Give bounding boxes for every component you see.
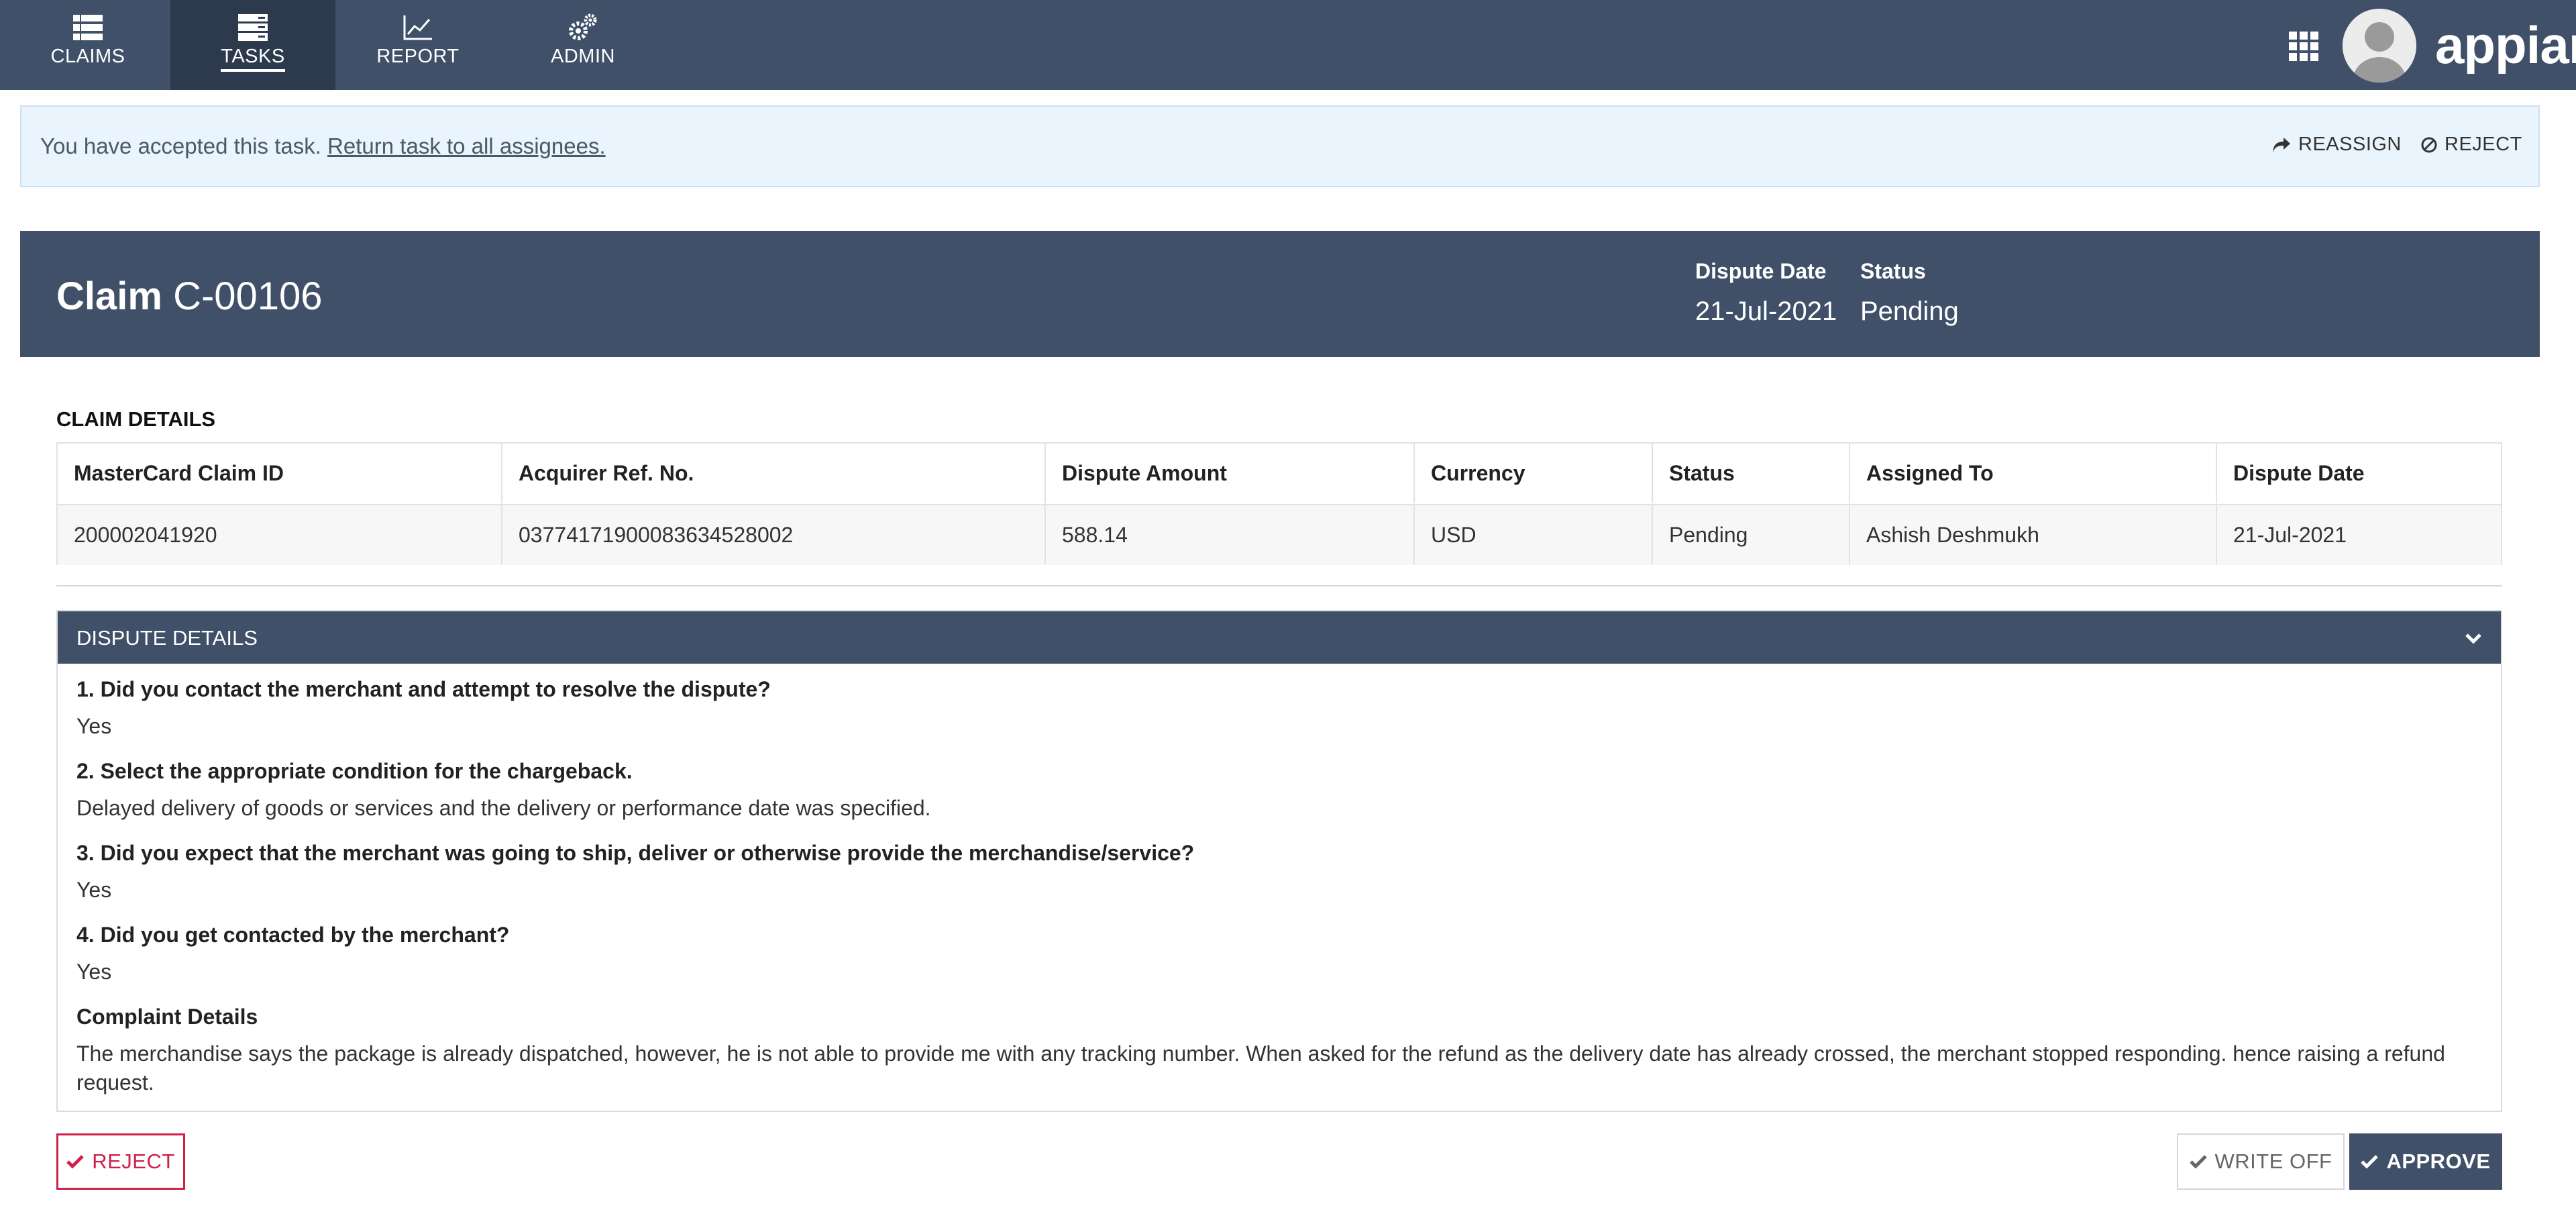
table-cell: 200002041920	[74, 523, 217, 547]
complaint-details-label: Complaint Details	[76, 1005, 258, 1029]
check-icon	[66, 1155, 84, 1169]
question-3: 3. Did you expect that the merchant was …	[76, 841, 1195, 865]
column-header: MasterCard Claim ID	[74, 461, 284, 485]
write-off-button[interactable]: WRITE OFF	[2177, 1133, 2345, 1190]
nav-tab-admin[interactable]: ADMIN	[500, 0, 665, 90]
claim-id: C-00106	[173, 274, 323, 318]
reassign-button[interactable]: REASSIGN	[2271, 134, 2402, 156]
table-cell: Ashish Deshmukh	[1849, 505, 2216, 565]
dispute-details-header[interactable]: DISPUTE DETAILS	[58, 611, 2501, 664]
top-navigation-bar: CLAIMS TASKS REPORT ADMIN appian	[0, 0, 2576, 90]
banner-text: You have accepted this task.	[40, 134, 321, 158]
question-1: 1. Did you contact the merchant and atte…	[76, 677, 771, 701]
appian-logo: appian	[2435, 15, 2576, 74]
nav-tab-claims[interactable]: CLAIMS	[5, 0, 170, 90]
banner-reject-button[interactable]: REJECT	[2420, 134, 2522, 156]
table-cell: USD	[1413, 505, 1652, 565]
column-header: Dispute Amount	[1044, 444, 1413, 503]
gears-icon	[568, 13, 598, 42]
status-label: Status	[1860, 259, 1926, 283]
table-row: 200002041920 0377417190008363452800​2 58…	[58, 504, 2501, 565]
table-cell: 21-Jul-2021	[2216, 505, 2502, 565]
column-header: Status	[1652, 444, 1849, 503]
answer-3: Yes	[76, 878, 112, 902]
column-header: Assigned To	[1849, 444, 2216, 503]
table-cell: 0377417190008363452800​2	[501, 505, 1044, 565]
approve-button-label: APPROVE	[2386, 1150, 2491, 1173]
reject-button[interactable]: REJECT	[56, 1133, 185, 1190]
claim-title-prefix: Claim	[56, 274, 162, 318]
reassign-label: REASSIGN	[2298, 134, 2402, 155]
column-header: Currency	[1413, 444, 1652, 503]
list-icon	[72, 13, 103, 42]
nav-tab-label: TASKS	[221, 46, 285, 72]
approve-button[interactable]: APPROVE	[2349, 1133, 2502, 1190]
dispute-date-value: 21-Jul-2021	[1695, 297, 1837, 326]
nav-tab-report[interactable]: REPORT	[335, 0, 500, 90]
reject-label: REJECT	[2445, 134, 2522, 155]
answer-2: Delayed delivery of goods or services an…	[76, 796, 931, 820]
table-cell: 588.14	[1044, 505, 1413, 565]
nav-tab-label: REPORT	[376, 46, 460, 67]
column-header: Dispute Date	[2216, 444, 2502, 503]
claim-title: Claim C-00106	[56, 274, 323, 319]
nav-tab-tasks[interactable]: TASKS	[170, 0, 335, 90]
dispute-details-title: DISPUTE DETAILS	[76, 626, 258, 650]
dispute-date-label: Dispute Date	[1695, 259, 1827, 283]
check-icon	[2189, 1155, 2207, 1169]
task-accepted-banner: You have accepted this task. Return task…	[20, 105, 2540, 187]
claim-details-heading: CLAIM DETAILS	[56, 407, 216, 431]
question-2: 2. Select the appropriate condition for …	[76, 759, 633, 783]
banner-message: You have accepted this task. Return task…	[40, 134, 606, 159]
nav-tab-label: CLAIMS	[50, 46, 125, 67]
user-avatar[interactable]	[2343, 9, 2416, 83]
dispute-details-box: DISPUTE DETAILS 1. Did you contact the m…	[56, 610, 2502, 1112]
answer-1: Yes	[76, 714, 112, 738]
column-header: Acquirer Ref. No.	[501, 444, 1044, 503]
chevron-down-icon	[2465, 633, 2481, 644]
table-header-row: MasterCard Claim ID Acquirer Ref. No. Di…	[58, 444, 2501, 503]
reject-button-label: REJECT	[92, 1150, 175, 1173]
question-4: 4. Did you get contacted by the merchant…	[76, 923, 510, 947]
answer-4: Yes	[76, 960, 112, 984]
ban-icon	[2421, 137, 2437, 152]
nav-tab-label: ADMIN	[551, 46, 615, 67]
share-arrow-icon	[2273, 137, 2290, 152]
complaint-details-text: The merchandise says the package is alre…	[76, 1041, 2445, 1094]
return-task-link[interactable]: Return task to all assignees.	[327, 134, 606, 158]
tasks-icon	[237, 13, 268, 42]
section-divider	[56, 585, 2502, 587]
table-cell: Pending	[1652, 505, 1849, 565]
write-off-button-label: WRITE OFF	[2214, 1150, 2332, 1173]
claim-details-table: MasterCard Claim ID Acquirer Ref. No. Di…	[56, 442, 2502, 565]
app-launcher-icon[interactable]	[2288, 30, 2320, 62]
status-value: Pending	[1860, 297, 1959, 326]
claim-header: Claim C-00106 Dispute Date 21-Jul-2021 S…	[20, 231, 2540, 357]
check-icon	[2361, 1155, 2379, 1169]
line-chart-icon	[402, 13, 433, 42]
